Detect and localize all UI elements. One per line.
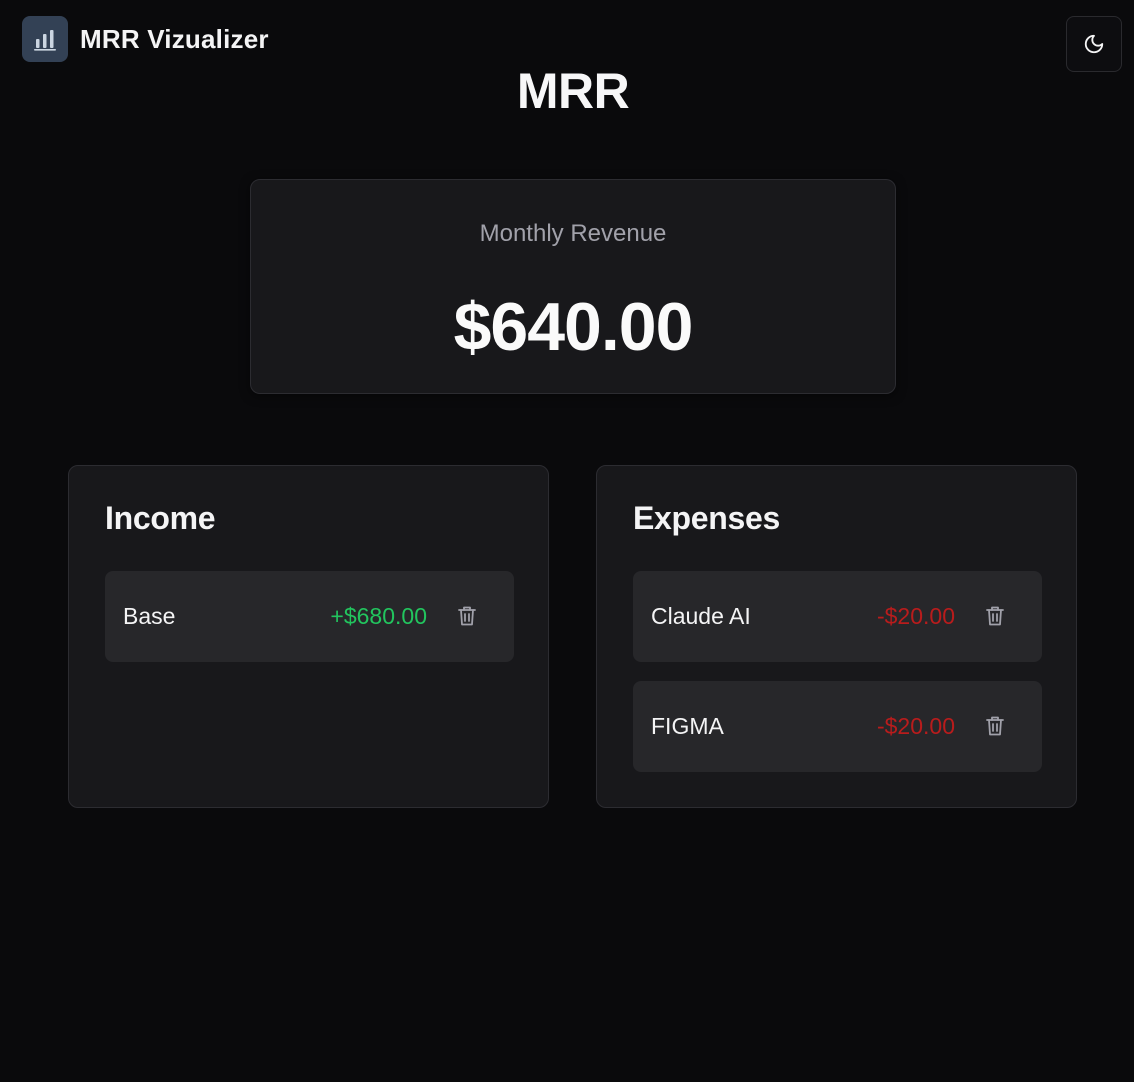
monthly-revenue-card: Monthly Revenue $640.00 [250,179,896,394]
trash-icon [986,606,1004,626]
expense-item: FIGMA -$20.00 [633,681,1042,772]
delete-expense-button[interactable] [983,603,1007,629]
expenses-title: Expenses [633,500,781,536]
expense-item-name: FIGMA [651,713,724,739]
moon-icon [1084,34,1104,54]
bar-chart-icon [22,16,68,62]
expense-item-amount: -$20.00 [876,603,955,629]
app-name: MRR Vizualizer [80,23,269,54]
page-title: MRR [516,63,630,119]
expenses-panel: Expenses Claude AI -$20.00 FIGMA -$20.00 [596,465,1077,808]
income-title: Income [105,500,216,536]
trash-icon [458,606,476,626]
income-item: Base +$680.00 [105,571,514,662]
income-panel: Income Base +$680.00 [68,465,549,808]
expense-item: Claude AI -$20.00 [633,571,1042,662]
trash-icon [986,716,1004,736]
monthly-revenue-value: $640.00 [453,289,694,365]
monthly-revenue-label: Monthly Revenue [479,220,667,247]
expense-item-amount: -$20.00 [876,713,955,739]
expense-item-name: Claude AI [651,603,751,629]
income-item-amount: +$680.00 [330,603,427,629]
brand[interactable]: MRR Vizualizer [22,16,269,62]
app-root: MRR Vizualizer MRR Monthly Revenue $640.… [0,0,1134,1082]
income-item-name: Base [123,603,176,629]
delete-expense-button[interactable] [983,713,1007,739]
delete-income-button[interactable] [455,603,479,629]
